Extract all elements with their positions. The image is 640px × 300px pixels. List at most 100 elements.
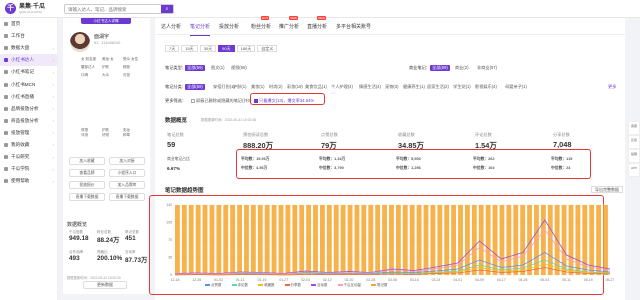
x-tick-label: 12-26 [192,278,201,282]
legend-label: 点赞数 [211,283,222,287]
legend-swatch [337,284,343,287]
chart-bar [264,205,270,275]
chart-bar [395,205,401,275]
chart-bar [292,205,298,275]
chart-bar [589,205,595,275]
x-tick-label: 02-04 [301,278,310,282]
chart-bar [603,205,608,275]
x-tick-label: 03-16 [410,278,419,282]
x-tick-label: 12-18 [171,278,180,282]
x-tick-label: 01-11 [236,278,245,282]
legend-label: 收藏数 [264,283,275,287]
legend-swatch [205,284,210,287]
y-tick-label: 35 [168,256,172,260]
x-tick-label: 01-27 [279,278,288,282]
x-tick-label: 03-08 [388,278,397,282]
legend-item[interactable]: 千瓜互动量 [337,283,362,288]
x-tick-label: 04-09 [475,278,484,282]
y-tick-label: 140 [166,203,172,207]
legend-item[interactable]: 互动数 [311,283,328,288]
x-tick-label: 01-19 [258,278,267,282]
chart-bar [257,205,263,275]
legend-label: 千瓜互动量 [343,283,362,287]
chart-bar [389,205,394,275]
chart-bar [499,205,505,275]
chart-bar [223,205,229,275]
chart-bar [230,205,236,275]
chart-bar [437,205,443,275]
side-tool-button[interactable]: 提醒 [628,149,640,163]
chart-bar [216,205,222,275]
chart-bar [320,205,325,275]
chart-bar [347,205,353,275]
x-tick-label: 04-01 [453,278,462,282]
side-tool-label: 反馈 [630,138,637,142]
y-tick-label: 0 [170,273,172,277]
chart-bar [285,205,291,275]
x-tick-label: 05-11 [562,278,571,282]
chart-bar [237,205,242,275]
legend-swatch [371,284,376,287]
x-tick-label: 04-17 [497,278,506,282]
chart-bar [513,205,519,275]
chart-bar [478,205,484,275]
legend-label: 笔记数 [377,283,388,287]
legend-item[interactable]: 收藏数 [258,283,275,288]
chart-bar [278,205,284,275]
chart-bar [361,205,367,275]
x-tick-label: 05-03 [540,278,549,282]
chart-bar [506,205,512,275]
legend-item[interactable]: 笔记数 [371,283,388,288]
chart-bar [471,205,477,275]
legend-item[interactable]: 评论数 [231,283,249,288]
legend-swatch [231,284,237,287]
chart-bar [326,205,332,275]
legend-item[interactable]: 分享数 [284,283,302,288]
y-tick-label: 70 [168,238,172,242]
x-tick-label: 01-03 [214,278,223,282]
chart-bar [485,205,491,275]
legend-item[interactable]: 点赞数 [205,283,222,288]
side-tool-button[interactable]: 客服 [628,121,640,135]
side-tool-button[interactable]: 反馈 [628,135,640,149]
y-tick-label: 105 [166,221,172,225]
chart-bar [430,205,436,275]
right-toolbar: 客服反馈提醒 APP [628,121,640,177]
legend-swatch [284,284,290,287]
legend-label: 互动数 [317,283,328,287]
chart-bar [375,205,381,275]
chart-bar [596,205,602,275]
chart-bar [244,205,249,275]
chart-bar [409,205,415,275]
x-tick-label: 03-24 [432,278,441,282]
side-tool-label: 提醒 [630,152,637,156]
chart-bar [423,205,429,275]
legend-label: 分享数 [290,283,302,287]
chart-bar [451,205,457,275]
chart-bar [568,205,574,275]
chart-bar [354,205,360,275]
x-tick-label: 02-20 [345,278,354,282]
chart-bar [188,205,194,275]
chart-legend: 点赞数 评论数 收藏数 分享数 互动数 千瓜互动量 笔记数 [205,283,388,288]
chart-bar [382,205,387,275]
chart-bar [402,205,408,275]
chart-bar [340,205,346,275]
chart-bar [271,205,277,275]
side-tool-button[interactable]: APP [628,163,640,177]
chart-bar [368,205,374,275]
chart-bar [416,205,422,275]
x-tick-label: 05-19 [584,278,593,282]
chart-bar [181,205,187,275]
side-tool-label: 客服 [630,124,637,128]
chart-bar [333,205,339,275]
legend-swatch [258,284,263,287]
chart-bar [209,205,215,275]
legend-label: 评论数 [237,283,249,287]
chart-bar [195,205,201,275]
chart-bar [299,205,305,275]
chart-bar [250,205,256,275]
chart-bar [575,205,581,275]
x-tick-label: 02-28 [366,278,375,282]
chart-bar [202,205,208,275]
